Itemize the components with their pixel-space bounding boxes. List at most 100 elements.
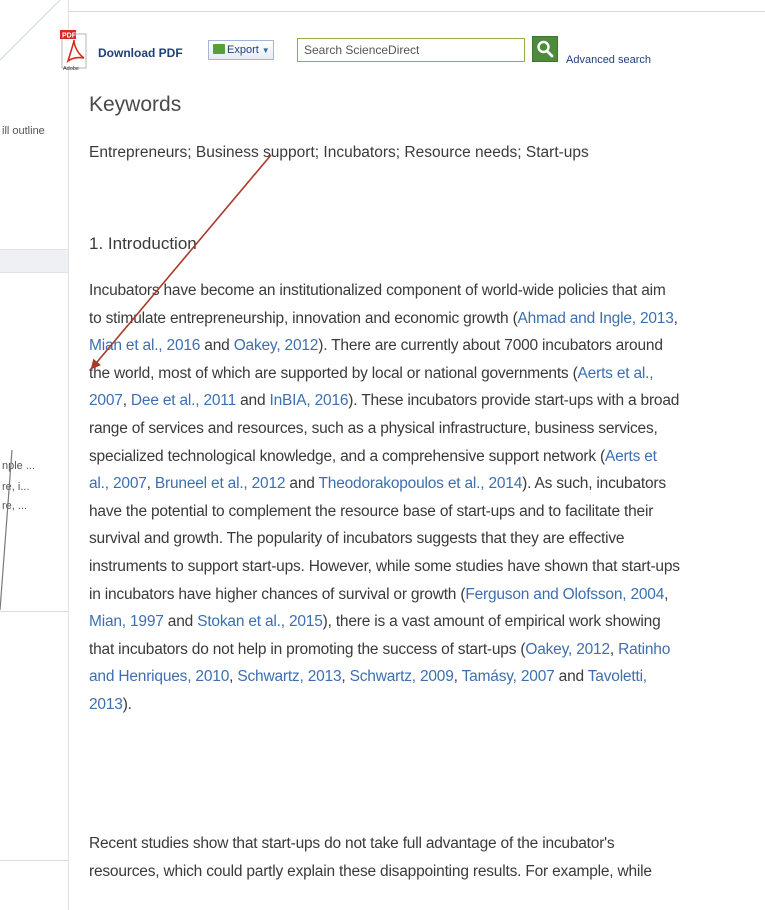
citation-link[interactable]: Aerts et [605, 448, 657, 465]
body-text: survival and growth. The popularity of i… [89, 530, 625, 548]
sidebar-snippet-2[interactable]: re, i... [2, 481, 30, 493]
keyword-link[interactable]: Resource needs [404, 144, 517, 161]
keyword-separator: ; [517, 144, 526, 161]
section-heading: 1. Introduction [89, 234, 197, 253]
sidebar-snippet-1[interactable]: nple ... [2, 460, 35, 472]
paragraph-line: Incubators have become an institutionali… [89, 277, 754, 305]
top-divider [68, 11, 765, 12]
paragraph-line: 2013). [89, 691, 754, 719]
citation-link[interactable]: Ratinho [618, 641, 670, 658]
chevron-down-icon: ▼ [261, 46, 270, 55]
body-text: the world, most of which are supported b… [89, 364, 578, 382]
citation-link[interactable]: Oakey, 2012 [525, 641, 610, 658]
citation-link[interactable]: Ferguson and Olofsson, 2004 [465, 586, 664, 603]
search-button[interactable] [532, 36, 558, 62]
citation-link[interactable]: Dee et al., 2011 [131, 392, 236, 409]
keyword-link[interactable]: Business support [196, 144, 315, 161]
paragraph-line: survival and growth. The popularity of i… [89, 525, 754, 553]
body-text: range of services and resources, such as… [89, 419, 658, 437]
pdf-icon-label: PDF [62, 33, 77, 40]
body-text: ), there is a vast amount of empirical w… [322, 613, 661, 631]
search-input[interactable] [297, 38, 525, 62]
body-text: Recent studies show that start-ups do no… [89, 835, 615, 852]
sidebar-highlight-band [0, 249, 68, 273]
citation-link[interactable]: and Henriques, 2010 [89, 668, 229, 685]
body-text: and [236, 392, 270, 410]
sidebar-snippet-3[interactable]: re, ... [2, 500, 27, 512]
body-text: specialized technological knowledge, and… [89, 447, 605, 465]
advanced-search-link[interactable]: Advanced search [566, 54, 651, 66]
body-text: , [453, 668, 462, 686]
introduction-paragraph-1: Incubators have become an institutionali… [89, 277, 754, 719]
paragraph-line: have the potential to complement the res… [89, 498, 754, 526]
download-pdf-link[interactable]: Download PDF [98, 46, 183, 60]
body-text: have the potential to complement the res… [89, 502, 654, 520]
body-text: Incubators have become an institutionali… [89, 282, 666, 299]
sidebar-divider [0, 611, 68, 612]
body-text: ). There are currently about 7000 incuba… [318, 337, 663, 355]
export-button[interactable]: Export ▼ [208, 40, 274, 60]
paragraph-line: Mian et al., 2016 and Oakey, 2012). Ther… [89, 332, 754, 360]
paragraph-line: instruments to support start-ups. Howeve… [89, 553, 754, 581]
body-text: that incubators do not help in promoting… [89, 640, 526, 658]
citation-link[interactable]: Oakey, 2012 [234, 337, 319, 354]
body-text: and [200, 337, 234, 355]
body-text: , [146, 475, 155, 493]
citation-link[interactable]: Schwartz, 2013 [237, 668, 341, 685]
paragraph-line: and Henriques, 2010, Schwartz, 2013, Sch… [89, 663, 754, 691]
paragraph-line: to stimulate entrepreneurship, innovatio… [89, 305, 754, 333]
paragraph-line: that incubators do not help in promoting… [89, 636, 754, 664]
body-text: , [122, 392, 131, 410]
citation-link[interactable]: al., 2007 [89, 475, 147, 492]
keyword-separator: ; [187, 144, 196, 161]
body-text: , [673, 309, 678, 327]
citation-link[interactable]: Aerts et al., [578, 365, 654, 382]
keywords-list: Entrepreneurs; Business support; Incubat… [89, 144, 589, 162]
body-text: instruments to support start-ups. Howeve… [89, 557, 680, 575]
export-label: Export [227, 44, 259, 56]
keyword-link[interactable]: Incubators [323, 144, 395, 161]
paragraph-line: the world, most of which are supported b… [89, 360, 754, 388]
left-sidebar: ill outline nple ... re, i... re, ... [0, 0, 69, 910]
citation-link[interactable]: InBIA, 2016 [269, 392, 348, 409]
citation-link[interactable]: Tavoletti, [588, 668, 647, 685]
citation-link[interactable]: Ahmad and Ingle, 2013 [518, 310, 674, 327]
paragraph-line: resources, which could partly explain th… [89, 858, 754, 886]
paragraph-line: Mian, 1997 and Stokan et al., 2015), the… [89, 608, 754, 636]
citation-link[interactable]: 2013 [89, 696, 123, 713]
paragraph-line: range of services and resources, such as… [89, 415, 754, 443]
introduction-paragraph-2: Recent studies show that start-ups do no… [89, 830, 754, 885]
citation-link[interactable]: Theodorakopoulos et al., 2014 [319, 475, 523, 492]
citation-link[interactable]: Stokan et al., 2015 [197, 613, 323, 630]
adobe-label: Adobe [63, 66, 79, 72]
search-icon [537, 40, 554, 58]
keywords-heading: Keywords [89, 93, 182, 116]
citation-link[interactable]: Bruneel et al., 2012 [155, 475, 286, 492]
body-text: and [163, 613, 198, 631]
paragraph-line: al., 2007, Bruneel et al., 2012 and Theo… [89, 470, 754, 498]
body-text: in incubators have higher chances of sur… [89, 585, 466, 603]
citation-link[interactable]: Mian, 1997 [89, 613, 164, 630]
citation-link[interactable]: 2007 [89, 392, 123, 409]
citation-link[interactable]: Tamásy, 2007 [462, 668, 555, 685]
body-text: , [341, 668, 350, 686]
article-toolbar: PDF Adobe Download PDF Export▼ Advanced … [60, 26, 760, 74]
paragraph-line: in incubators have higher chances of sur… [89, 581, 754, 609]
paragraph-line: Recent studies show that start-ups do no… [89, 830, 754, 858]
body-text: resources, which could partly explain th… [89, 862, 652, 880]
body-text: , [609, 640, 619, 658]
pdf-icon[interactable]: PDF Adobe [60, 28, 90, 72]
citation-link[interactable]: Schwartz, 2009 [350, 668, 454, 685]
sidebar-snippet-top[interactable]: ill outline [2, 125, 45, 137]
citation-link[interactable]: Mian et al., 2016 [89, 337, 200, 354]
body-text: and [554, 668, 588, 686]
keyword-link[interactable]: Entrepreneurs [89, 144, 187, 161]
export-icon [213, 44, 225, 54]
body-text: ). These incubators provide start-ups wi… [348, 392, 680, 410]
paragraph-line: specialized technological knowledge, and… [89, 443, 754, 471]
keyword-link[interactable]: Start-ups [526, 144, 589, 161]
body-text: and [285, 475, 319, 493]
paragraph-line: 2007, Dee et al., 2011 and InBIA, 2016).… [89, 387, 754, 415]
sidebar-divider-bottom [0, 860, 68, 861]
body-text: to stimulate entrepreneurship, innovatio… [89, 309, 518, 327]
